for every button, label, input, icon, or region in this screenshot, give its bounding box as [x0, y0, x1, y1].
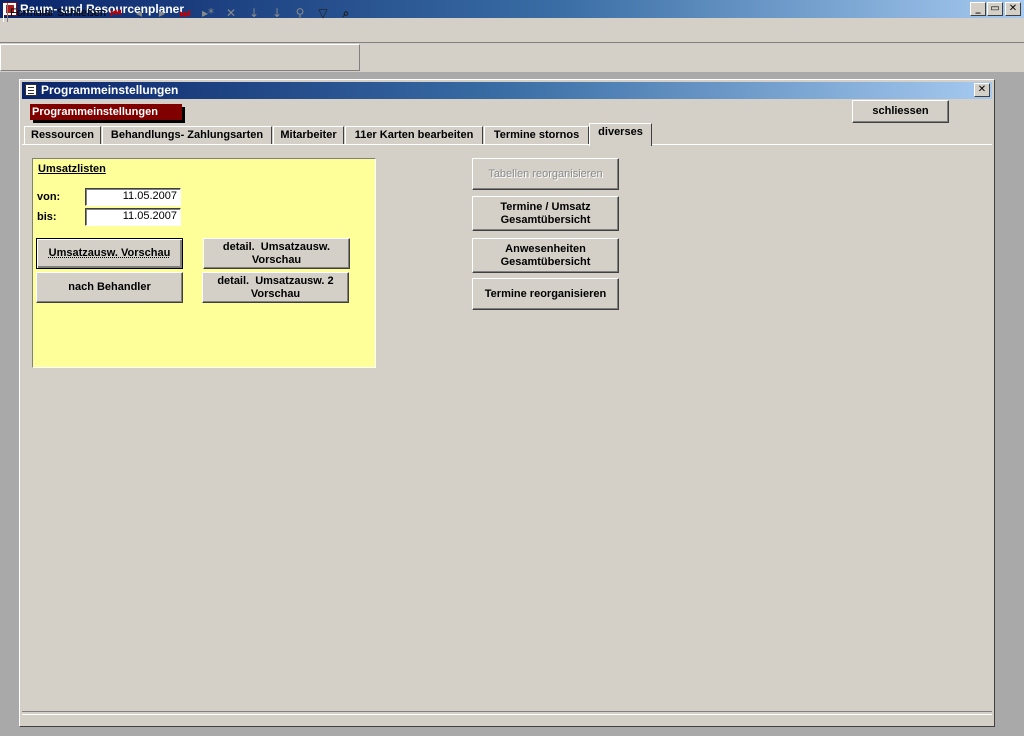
new-record-icon[interactable]: ▸* — [198, 4, 218, 22]
termine-reorganisieren-button[interactable]: Termine reorganisieren — [472, 278, 619, 310]
schliessen-button[interactable]: schliessen — [852, 100, 949, 123]
first-record-icon[interactable]: ⏮ — [106, 4, 126, 22]
tab-ressourcen[interactable]: Ressourcen — [24, 126, 101, 145]
tab-panel-border — [22, 144, 992, 145]
delete-record-icon[interactable]: ✕ — [221, 4, 241, 22]
detail-umsatz-label-line2: Vorschau — [251, 253, 302, 266]
termine-umsatz-gesamtuebersicht-button[interactable]: Termine / Umsatz Gesamtübersicht — [472, 196, 619, 231]
tab-diverses[interactable]: diverses — [589, 123, 652, 146]
tab-mitarbeiter[interactable]: Mitarbeiter — [273, 126, 344, 145]
anwesenheiten-label-line2: Gesamtübersicht — [500, 255, 591, 268]
toolbar-grip[interactable] — [3, 3, 8, 22]
bis-date-field[interactable]: 11.05.2007 — [85, 208, 181, 226]
umsatz-vorschau-button[interactable]: Umsatzausw. Vorschau — [36, 238, 183, 269]
tabellen-reorganisieren-button[interactable]: Tabellen reorganisieren — [472, 158, 619, 190]
tab-11er-karten[interactable]: 11er Karten bearbeiten — [345, 126, 483, 145]
termine-umsatz-label-line1: Termine / Umsatz — [500, 200, 591, 213]
anwesenheiten-gesamtuebersicht-button[interactable]: Anwesenheiten Gesamtübersicht — [472, 238, 619, 273]
tab-behandlungs-zahlungsarten[interactable]: Behandlungs- Zahlungsarten — [102, 126, 272, 145]
anwesenheiten-label-line1: Anwesenheiten — [505, 242, 586, 255]
umsatzlisten-title: Umsatzlisten — [38, 163, 106, 175]
last-record-icon[interactable]: ⏭ — [175, 4, 195, 22]
form-close-button[interactable]: ✕ — [974, 83, 990, 97]
detail-umsatz-2-label-line2: Vorschau — [250, 287, 301, 300]
detail-umsatz-vorschau-button[interactable]: detail. Umsatzausw. Vorschau — [203, 238, 350, 269]
filter-by-selection-icon[interactable]: ⚲ — [290, 4, 310, 22]
sort-descending-icon[interactable]: ↓ — [267, 4, 287, 22]
minimize-button[interactable]: _ — [970, 2, 986, 16]
termine-umsatz-label-line2: Gesamtübersicht — [500, 213, 591, 226]
nach-behandler-button[interactable]: nach Behandler — [36, 272, 183, 303]
bis-label: bis: — [37, 211, 57, 223]
next-record-icon[interactable]: ▸ — [152, 4, 172, 22]
form-window-title: Programmeinstellungen — [41, 83, 179, 97]
restore-button[interactable]: ▭ — [987, 2, 1003, 16]
toolbar — [0, 44, 360, 71]
previous-record-icon[interactable]: ◂ — [129, 4, 149, 22]
form-icon — [25, 84, 37, 96]
detail-umsatz-label-line1: detail. Umsatzausw. — [222, 240, 331, 253]
close-app-button[interactable]: ✕ — [1005, 2, 1021, 16]
form-header-label: Programmeinstellungen — [30, 104, 182, 120]
sort-ascending-icon[interactable]: ↓ — [244, 4, 264, 22]
close-form-button[interactable]: Formular Schließen — [10, 7, 106, 19]
von-label: von: — [37, 191, 61, 203]
form-bottom-divider — [22, 711, 992, 715]
detail-umsatz-2-label-line1: detail. Umsatzausw. 2 — [217, 274, 334, 287]
umsatz-vorschau-label: Umsatzausw. Vorschau — [48, 247, 171, 259]
apply-filter-icon[interactable]: ▽ — [313, 4, 333, 22]
von-date-field[interactable]: 11.05.2007 — [85, 188, 181, 206]
find-icon[interactable]: ⌕ — [336, 4, 356, 22]
tab-termine-stornos[interactable]: Termine stornos — [484, 126, 589, 145]
detail-umsatz-2-vorschau-button[interactable]: detail. Umsatzausw. 2 Vorschau — [202, 272, 349, 303]
